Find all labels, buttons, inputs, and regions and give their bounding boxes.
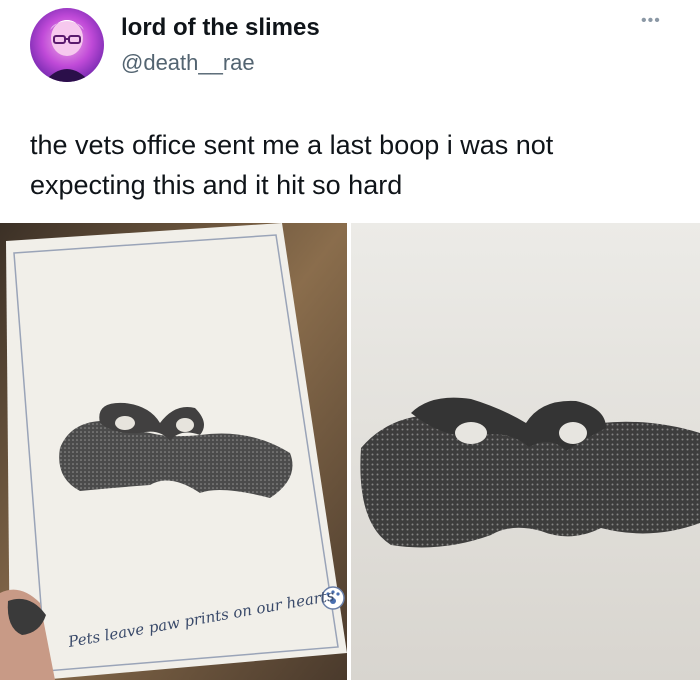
- avatar[interactable]: [30, 8, 104, 82]
- ellipsis-icon[interactable]: •••: [641, 12, 661, 30]
- closeup-photo-art: [351, 223, 700, 680]
- photo-nose-closeup[interactable]: [351, 223, 700, 680]
- card-photo-art: [0, 223, 347, 680]
- photo-card-in-hand[interactable]: Pets leave paw prints on our hearts: [0, 223, 347, 680]
- display-name[interactable]: lord of the slimes: [121, 14, 320, 42]
- tweet-header: lord of the slimes @death__rae •••: [0, 0, 700, 110]
- media-grid: Pets leave paw prints on our hearts: [0, 223, 700, 680]
- user-handle[interactable]: @death__rae: [121, 50, 255, 76]
- tweet-text: the vets office sent me a last boop i wa…: [30, 130, 554, 200]
- avatar-image: [44, 20, 90, 82]
